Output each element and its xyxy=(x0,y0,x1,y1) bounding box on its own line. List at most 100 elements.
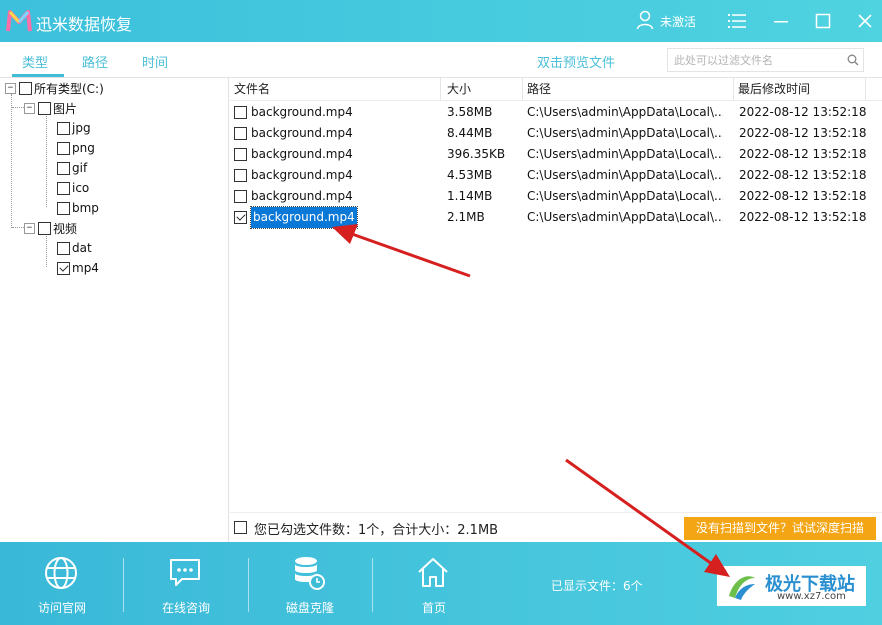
row-checkbox[interactable] xyxy=(234,190,247,203)
table-row[interactable]: background.mp4 396.35KB C:\Users\admin\A… xyxy=(230,144,870,165)
title-bar: 迅米数据恢复 未激活 xyxy=(0,0,882,42)
tree-item-bmp[interactable]: bmp xyxy=(57,199,99,217)
collapse-icon[interactable]: − xyxy=(24,222,35,234)
file-size: 1.14MB xyxy=(447,189,493,203)
tree-item-label: ico xyxy=(72,181,90,195)
checkbox[interactable] xyxy=(57,201,70,215)
tab-type[interactable]: 类型 xyxy=(22,52,48,71)
disk-clone-icon xyxy=(295,557,325,590)
type-tree: − 所有类型(C:) − 图片 jpg png gif ico bmp − 视频… xyxy=(0,78,229,542)
table-row-selected[interactable]: background.mp4 2.1MB C:\Users\admin\AppD… xyxy=(230,206,870,229)
maximize-button[interactable] xyxy=(811,9,835,33)
tree-root-label: 所有类型(C:) xyxy=(34,81,104,96)
file-modified: 2022-08-12 13:52:18 xyxy=(739,189,867,203)
file-path: C:\Users\admin\AppData\Local\... xyxy=(527,210,723,224)
tree-group-videos[interactable]: − 视频 xyxy=(24,219,77,237)
file-name: background.mp4 xyxy=(251,168,353,182)
watermark: 极光下载站 www.xz7.com xyxy=(717,566,866,606)
column-header-path[interactable]: 路径 xyxy=(523,78,734,100)
disk-clone-button[interactable]: 磁盘克隆 xyxy=(248,542,372,625)
row-checkbox[interactable] xyxy=(234,106,247,119)
file-table: 文件名 大小 路径 最后修改时间 background.mp4 3.58MB C… xyxy=(230,78,882,512)
minimize-icon xyxy=(774,21,788,23)
tree-guide xyxy=(11,94,12,228)
checkbox[interactable] xyxy=(57,141,70,155)
file-path: C:\Users\admin\AppData\Local\... xyxy=(527,147,723,161)
user-icon[interactable] xyxy=(636,10,654,30)
tree-item-jpg[interactable]: jpg xyxy=(57,119,91,137)
checkbox[interactable] xyxy=(57,181,70,195)
collapse-icon[interactable]: − xyxy=(5,82,16,94)
double-click-preview-hint[interactable]: 双击预览文件 xyxy=(537,52,615,71)
deep-scan-button[interactable]: 没有扫描到文件？试试深度扫描 xyxy=(684,517,876,540)
table-row[interactable]: background.mp4 8.44MB C:\Users\admin\App… xyxy=(230,123,870,144)
menu-icon xyxy=(728,14,746,28)
collapse-icon[interactable]: − xyxy=(24,102,35,114)
menu-button[interactable] xyxy=(725,9,749,33)
activation-status[interactable]: 未激活 xyxy=(660,13,696,30)
tab-path[interactable]: 路径 xyxy=(82,52,108,71)
search-icon[interactable] xyxy=(846,53,860,67)
row-checkbox-checked[interactable] xyxy=(234,211,247,224)
chat-icon xyxy=(170,559,200,586)
checkbox[interactable] xyxy=(57,241,70,255)
file-path: C:\Users\admin\AppData\Local\... xyxy=(527,168,723,182)
tree-item-png[interactable]: png xyxy=(57,139,95,157)
file-size: 396.35KB xyxy=(447,147,506,161)
globe-icon xyxy=(45,557,77,589)
tree-item-label: mp4 xyxy=(72,261,99,275)
watermark-logo-icon xyxy=(729,576,755,600)
active-tab-indicator xyxy=(12,74,64,77)
visit-website-button[interactable]: 访问官网 xyxy=(0,542,124,625)
column-header-size[interactable]: 大小 xyxy=(443,78,523,100)
tool-label: 访问官网 xyxy=(37,601,86,615)
table-row[interactable]: background.mp4 1.14MB C:\Users\admin\App… xyxy=(230,186,870,207)
file-modified: 2022-08-12 13:52:18 xyxy=(739,168,867,182)
tabs-row: 类型 路径 时间 双击预览文件 xyxy=(0,42,882,78)
checkbox[interactable] xyxy=(38,221,51,235)
select-all-checkbox[interactable] xyxy=(234,521,247,534)
tree-item-mp4[interactable]: mp4 xyxy=(57,259,99,277)
tree-group-label: 视频 xyxy=(53,221,78,236)
file-modified: 2022-08-12 13:52:18 xyxy=(739,126,867,140)
file-name: background.mp4 xyxy=(251,147,353,161)
checkbox-checked[interactable] xyxy=(57,261,70,275)
column-header-modified[interactable]: 最后修改时间 xyxy=(734,78,866,100)
checkbox[interactable] xyxy=(57,121,70,135)
close-button[interactable] xyxy=(853,9,877,33)
tree-guide xyxy=(46,234,47,267)
tree-item-ico[interactable]: ico xyxy=(57,179,89,197)
tree-item-dat[interactable]: dat xyxy=(57,239,92,257)
home-button[interactable]: 首页 xyxy=(372,542,496,625)
table-row[interactable]: background.mp4 3.58MB C:\Users\admin\App… xyxy=(230,102,870,123)
tree-item-label: gif xyxy=(72,161,88,175)
file-name: background.mp4 xyxy=(251,189,353,203)
checkbox[interactable] xyxy=(57,161,70,175)
checkbox[interactable] xyxy=(38,101,51,115)
file-modified: 2022-08-12 13:52:18 xyxy=(739,210,867,224)
tool-label: 首页 xyxy=(421,601,446,615)
tree-root[interactable]: − 所有类型(C:) xyxy=(5,79,104,97)
column-header-name[interactable]: 文件名 xyxy=(230,78,441,100)
tree-group-label: 图片 xyxy=(53,101,78,116)
tab-time[interactable]: 时间 xyxy=(142,52,168,71)
home-icon xyxy=(418,558,448,587)
row-checkbox[interactable] xyxy=(234,148,247,161)
table-row[interactable]: background.mp4 4.53MB C:\Users\admin\App… xyxy=(230,165,870,186)
filter-input[interactable] xyxy=(674,51,844,69)
checkbox[interactable] xyxy=(19,81,32,95)
tree-item-gif[interactable]: gif xyxy=(57,159,87,177)
watermark-url: www.xz7.com xyxy=(777,591,846,602)
file-size: 2.1MB xyxy=(447,210,485,224)
tree-item-label: jpg xyxy=(72,121,91,135)
file-name: background.mp4 xyxy=(251,126,353,140)
filter-box xyxy=(667,48,864,72)
file-modified: 2022-08-12 13:52:18 xyxy=(739,147,867,161)
row-checkbox[interactable] xyxy=(234,127,247,140)
shown-file-count: 已显示文件：6个 xyxy=(551,579,643,593)
minimize-button[interactable] xyxy=(769,9,793,33)
online-chat-button[interactable]: 在线咨询 xyxy=(124,542,248,625)
file-name: background.mp4 xyxy=(250,206,358,229)
row-checkbox[interactable] xyxy=(234,169,247,182)
tree-group-images[interactable]: − 图片 xyxy=(24,99,77,117)
